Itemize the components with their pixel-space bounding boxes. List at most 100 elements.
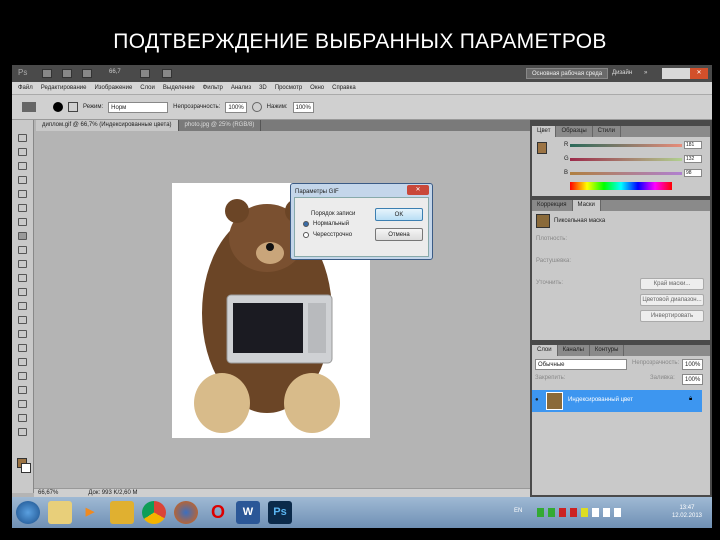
chrome-icon[interactable] (142, 501, 166, 524)
hand-tool-icon[interactable] (18, 414, 27, 422)
tab-diplom[interactable]: диплом.gif @ 66,7% (Индексированные цвет… (36, 120, 179, 131)
mode-select[interactable]: Норм (108, 101, 169, 113)
g-value[interactable]: 132 (684, 155, 702, 163)
move-tool-icon[interactable] (18, 134, 27, 142)
screen-mode-icon[interactable] (162, 69, 172, 78)
status-zoom[interactable]: 66,67% (38, 489, 58, 497)
word-icon[interactable]: W (236, 501, 260, 524)
dodge-tool-icon[interactable] (18, 316, 27, 324)
shape-tool-icon[interactable] (18, 372, 27, 380)
extras-icon[interactable] (82, 69, 92, 78)
dialog-close-button[interactable]: ✕ (407, 185, 429, 195)
brush-tool-icon[interactable] (22, 102, 36, 112)
color-spectrum[interactable] (570, 182, 672, 190)
tab-masks[interactable]: Маски (572, 200, 601, 211)
history-brush-tool-icon[interactable] (18, 260, 27, 268)
layer-name[interactable]: Индексированный цвет (568, 397, 633, 403)
menu-view[interactable]: Просмотр (275, 82, 302, 94)
workspace-button[interactable]: Основная рабочая среда (526, 68, 609, 79)
menu-edit[interactable]: Редактирование (41, 82, 87, 94)
airbrush-icon[interactable] (251, 102, 262, 112)
ok-button[interactable]: OK (375, 208, 423, 221)
menu-image[interactable]: Изображение (94, 82, 132, 94)
mini-bridge-icon[interactable] (62, 69, 72, 78)
close-button[interactable]: ✕ (690, 68, 708, 79)
3d-camera-tool-icon[interactable] (18, 400, 27, 408)
media-player-icon[interactable]: ▶ (78, 501, 102, 524)
quick-select-tool-icon[interactable] (18, 176, 27, 184)
tray-icon[interactable] (548, 508, 555, 517)
lasso-tool-icon[interactable] (18, 162, 27, 170)
zoom-level[interactable]: 66,7 (109, 69, 121, 75)
tray-icon[interactable] (559, 508, 566, 517)
healing-tool-icon[interactable] (18, 218, 27, 226)
language-indicator[interactable]: EN (514, 508, 522, 514)
background-color-swatch[interactable] (21, 463, 31, 473)
clock[interactable]: 13:47 12.02.2013 (672, 504, 702, 520)
path-select-tool-icon[interactable] (18, 358, 27, 366)
visibility-eye-icon[interactable]: ● (535, 397, 539, 403)
tray-icon[interactable] (537, 508, 544, 517)
eraser-tool-icon[interactable] (18, 274, 27, 282)
flow-field[interactable]: 100% (292, 101, 314, 113)
g-slider[interactable] (570, 158, 682, 161)
tab-styles[interactable]: Стили (593, 126, 621, 137)
brush-tool-icon[interactable] (18, 232, 27, 240)
tab-paths[interactable]: Контуры (590, 345, 625, 356)
more-workspaces[interactable]: » (644, 68, 647, 79)
interlaced-radio[interactable] (303, 232, 309, 238)
arrange-icon[interactable] (140, 69, 150, 78)
mask-edge-button[interactable]: Край маски... (640, 278, 704, 290)
network-icon[interactable] (603, 508, 610, 517)
menu-file[interactable]: Файл (18, 82, 33, 94)
3d-rotate-tool-icon[interactable] (18, 386, 27, 394)
design-workspace[interactable]: Дизайн (612, 68, 632, 79)
menu-3d[interactable]: 3D (259, 82, 267, 94)
menu-layers[interactable]: Слои (140, 82, 155, 94)
layer-row[interactable]: ● Индексированный цвет 🔒︎ (532, 390, 702, 412)
brush-preset-icon[interactable] (53, 102, 63, 112)
volume-icon[interactable] (614, 508, 621, 517)
r-slider[interactable] (570, 144, 682, 147)
eyedropper-tool-icon[interactable] (18, 204, 27, 212)
opera-icon[interactable]: O (206, 501, 230, 524)
r-value[interactable]: 181 (684, 141, 702, 149)
tab-swatches[interactable]: Образцы (556, 126, 593, 137)
tab-color[interactable]: Цвет (532, 126, 557, 137)
brush-panel-icon[interactable] (68, 102, 78, 112)
fill-field[interactable]: 100% (682, 374, 704, 385)
type-tool-icon[interactable] (18, 344, 27, 352)
tab-layers[interactable]: Слои (532, 345, 558, 356)
normal-radio[interactable] (303, 221, 309, 227)
bridge-icon[interactable] (42, 69, 52, 78)
tab-photo[interactable]: photo.jpg @ 25% (RGB/8) (179, 120, 262, 131)
gradient-tool-icon[interactable] (18, 288, 27, 296)
pen-tool-icon[interactable] (18, 330, 27, 338)
stamp-tool-icon[interactable] (18, 246, 27, 254)
firefox-icon[interactable] (174, 501, 198, 524)
photoshop-taskbar-icon[interactable]: Ps (268, 501, 292, 524)
menu-filter[interactable]: Фильтр (203, 82, 223, 94)
zoom-tool-icon[interactable] (18, 428, 27, 436)
color-range-button[interactable]: Цветовой диапазон... (640, 294, 704, 306)
menu-window[interactable]: Окно (310, 82, 324, 94)
menu-analysis[interactable]: Анализ (231, 82, 251, 94)
tray-icon[interactable] (570, 508, 577, 517)
b-slider[interactable] (570, 172, 682, 175)
blur-tool-icon[interactable] (18, 302, 27, 310)
tray-icon[interactable] (592, 508, 599, 517)
b-value[interactable]: 98 (684, 169, 702, 177)
opacity-field[interactable]: 100% (225, 101, 247, 113)
fg-swatch[interactable] (537, 142, 547, 154)
archiver-icon[interactable] (110, 501, 134, 524)
start-button[interactable] (16, 501, 40, 524)
layer-opacity-field[interactable]: 100% (682, 359, 704, 370)
menu-help[interactable]: Справка (332, 82, 356, 94)
invert-button[interactable]: Инвертировать (640, 310, 704, 322)
tab-adjustments[interactable]: Коррекция (532, 200, 573, 211)
blend-mode-select[interactable]: Обычные (535, 359, 627, 370)
cancel-button[interactable]: Отмена (375, 228, 423, 241)
marquee-tool-icon[interactable] (18, 148, 27, 156)
tray-icon[interactable] (581, 508, 588, 517)
crop-tool-icon[interactable] (18, 190, 27, 198)
